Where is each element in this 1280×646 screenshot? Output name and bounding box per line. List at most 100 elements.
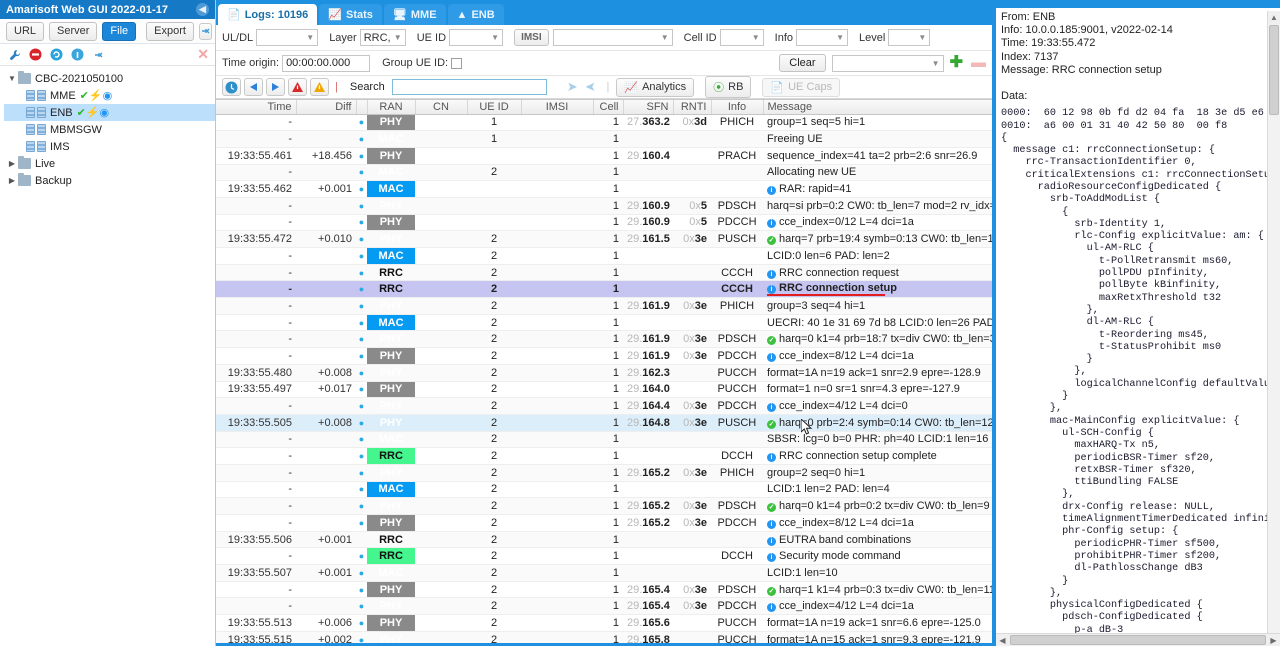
analytics-button[interactable]: 📈 Analytics: [616, 77, 695, 97]
cellid-select[interactable]: ▼: [719, 29, 764, 46]
table-row[interactable]: - ● PHY 1 1 27.363.2 0x3d PHICH group=1 seq=5 hi…: [216, 114, 992, 132]
imsi-button[interactable]: IMSI: [514, 29, 549, 46]
preset-select[interactable]: ▼: [831, 54, 944, 72]
table-row[interactable]: - ● PHY 1 29.160.9 0x5 PDSCH harq=si prb=0:2 CW…: [216, 197, 992, 215]
scroll-up-icon[interactable]: ▲: [1268, 11, 1280, 24]
table-row[interactable]: 19:33:55.497 +0.017 ● PHY 2 1 29.164.0 PUCCH for…: [216, 381, 992, 399]
warning-icon[interactable]: [310, 78, 329, 96]
status-play-icon[interactable]: ◉: [100, 106, 110, 119]
col-diff[interactable]: Diff: [296, 100, 357, 115]
scroll-right-icon[interactable]: ▶: [1267, 636, 1280, 645]
table-row[interactable]: - ● MAC 2 1 UECRI: 40 1e 31 69 7d b8 LCID:0 l…: [216, 314, 992, 332]
chevron-left-icon[interactable]: ◀: [196, 3, 209, 16]
file-button[interactable]: File: [102, 21, 137, 41]
table-row[interactable]: - ● PHY 2 1 29.165.2 0x3e PDSCH ✓ harq=0 k1=4 prb…: [216, 497, 992, 515]
table-row[interactable]: - ● MAC 2 1 LCID:0 len=6 PAD: len=2: [216, 247, 992, 265]
table-row[interactable]: - ● PHY 2 1 29.165.4 0x3e PDSCH ✓ harq=1 k1=4 prb…: [216, 581, 992, 599]
info-select[interactable]: ▼: [796, 29, 848, 46]
tree-node-live[interactable]: ▶ Live: [4, 155, 215, 172]
table-row[interactable]: 19:33:55.515 +0.002 ● PHY 2 1 29.165.8 PUCCH for…: [216, 631, 992, 643]
tab-enb[interactable]: ▲ ENB: [447, 4, 504, 25]
table-row[interactable]: 19:33:55.472 +0.010 ● PHY 2 1 29.161.5 0x3e PUSC…: [216, 230, 992, 248]
search-input[interactable]: [391, 79, 547, 95]
table-row[interactable]: - ● MAC 2 1 Allocating new UE: [216, 164, 992, 182]
clock-icon[interactable]: [222, 78, 241, 96]
info-icon[interactable]: [69, 46, 86, 63]
chevron-left-icon[interactable]: ➤: [567, 79, 578, 95]
tree-node-enb[interactable]: ENB ✔ ⚡ ◉: [4, 104, 215, 121]
table-row[interactable]: - ● PHY 2 1 29.165.4 0x3e PDCCH i cce_index=4/12 …: [216, 597, 992, 616]
tree-node-ims[interactable]: IMS: [4, 138, 215, 155]
table-row[interactable]: - ● MAC 2 1 SBSR: lcg=0 b=0 PHR: ph=40 LCID:1…: [216, 431, 992, 449]
col-time[interactable]: Time: [216, 100, 297, 115]
group-ue-checkbox[interactable]: [451, 57, 463, 69]
table-row[interactable]: - ● PHY 2 1 29.165.2 0x3e PHICH group=2 seq=0 hi…: [216, 464, 992, 482]
scrollbar-thumb[interactable]: [1010, 635, 1266, 645]
rb-button[interactable]: ⦿ RB: [705, 76, 752, 98]
refresh-icon[interactable]: [48, 46, 65, 63]
col-sfn[interactable]: SFN: [623, 100, 674, 115]
expand-arrow-icon[interactable]: ▶: [6, 176, 18, 185]
table-row[interactable]: - ● PHY 2 1 29.165.2 0x3e PDCCH i cce_index=8/12 …: [216, 514, 992, 532]
table-row[interactable]: - ● RRC 2 1 DCCH i RRC connection setup complet…: [216, 447, 992, 465]
table-row[interactable]: - ● RRC 2 1 CCCH i RRC connection request: [216, 264, 992, 282]
tab-logs[interactable]: 📄 Logs: 10196: [218, 4, 318, 25]
col-ran[interactable]: RAN: [367, 100, 416, 115]
col-ueid[interactable]: UE ID: [467, 100, 522, 115]
expand-arrow-icon[interactable]: ▼: [6, 74, 18, 83]
chevron-right-icon[interactable]: ➤: [585, 79, 596, 95]
detail-vertical-scrollbar[interactable]: ▲: [1267, 11, 1280, 633]
url-button[interactable]: URL: [6, 21, 45, 41]
table-row[interactable]: - ● PHY 1 29.160.9 0x5 PDCCH i cce_index=0/12 L=…: [216, 214, 992, 232]
table-row[interactable]: - ● RRC 2 1 DCCH i Security mode command: [216, 547, 992, 566]
imsi-select[interactable]: ▼: [552, 29, 673, 46]
arrow-left-icon[interactable]: [244, 78, 263, 96]
tree-node-mme[interactable]: MME ✔ ⚡ ◉: [4, 87, 215, 104]
table-row[interactable]: - ● MAC 1 1 Freeing UE: [216, 130, 992, 148]
arrow-right-icon[interactable]: [266, 78, 285, 96]
col-cn[interactable]: CN: [415, 100, 468, 115]
table-row[interactable]: 19:33:55.461 +18.456 ● PHY 1 29.160.4 PRACH seq…: [216, 147, 992, 165]
export-button[interactable]: Export: [146, 21, 194, 41]
table-row[interactable]: 19:33:55.513 +0.006 ● PHY 2 1 29.165.6 PUCCH for…: [216, 614, 992, 632]
ueid-select[interactable]: ▼: [449, 29, 504, 46]
table-row[interactable]: - ● MAC 2 1 LCID:1 len=2 PAD: len=4: [216, 481, 992, 499]
col-message[interactable]: Message: [763, 100, 992, 115]
wrench-icon[interactable]: [6, 46, 23, 63]
stop-icon[interactable]: [27, 46, 44, 63]
close-icon[interactable]: ✕: [197, 46, 209, 63]
table-row[interactable]: 19:33:55.507 +0.001 ● MAC 2 1 LCID:1 len=10: [216, 564, 992, 582]
table-row[interactable]: - ● PHY 2 1 29.161.9 0x3e PDSCH ✓ harq=0 k1=4 prb…: [216, 330, 992, 349]
table-row[interactable]: 19:33:55.462 +0.001 ● MAC 1 i RAR: rapid=41: [216, 180, 992, 198]
table-row[interactable]: 19:33:55.505 +0.008 ● PHY 2 1 29.164.8 0x3e PUSC…: [216, 414, 992, 432]
plus-icon[interactable]: ✚: [950, 55, 963, 71]
table-row[interactable]: 19:33:55.480 +0.008 ● PHY 2 1 29.162.3 PUCCH for…: [216, 364, 992, 382]
col-rnti[interactable]: RNTI: [673, 100, 712, 115]
level-select[interactable]: ▼: [888, 29, 931, 46]
plug-icon[interactable]: [198, 22, 212, 40]
col-info[interactable]: Info: [711, 100, 764, 115]
tree-node-cbc[interactable]: ▼ CBC-2021050100: [4, 70, 215, 87]
scrollbar-thumb[interactable]: [1269, 25, 1279, 115]
scroll-left-icon[interactable]: ◀: [996, 636, 1009, 645]
col-cell[interactable]: Cell: [593, 100, 624, 115]
tree-node-mbmsgw[interactable]: MBMSGW: [4, 121, 215, 138]
detail-horizontal-scrollbar[interactable]: ◀ ▶: [996, 633, 1280, 646]
table-row[interactable]: - ● PHY 2 1 29.164.4 0x3e PDCCH i cce_index=4/12 …: [216, 397, 992, 415]
tab-stats[interactable]: 📈 Stats: [319, 4, 382, 25]
error-icon[interactable]: [288, 78, 307, 96]
table-row[interactable]: - ● RRC 2 1 CCCH i RRC connection setup: [216, 280, 992, 299]
table-row[interactable]: 19:33:55.506 +0.001 RRC 2 1 i EUTRA band combi…: [216, 531, 992, 549]
status-play-icon[interactable]: ◉: [103, 89, 113, 102]
tree-node-backup[interactable]: ▶ Backup: [4, 172, 215, 189]
clear-button[interactable]: Clear: [779, 54, 826, 72]
col-imsi[interactable]: IMSI: [521, 100, 594, 115]
connect-plug-icon[interactable]: [90, 46, 107, 63]
table-row[interactable]: - ● PHY 2 1 29.161.9 0x3e PDCCH i cce_index=8/12 …: [216, 347, 992, 365]
server-button[interactable]: Server: [49, 21, 98, 41]
uldl-select[interactable]: ▼: [256, 29, 319, 46]
table-row[interactable]: - ● PHY 2 1 29.161.9 0x3e PHICH group=3 seq=4 hi…: [216, 297, 992, 315]
tab-mme[interactable]: 🖥 MME: [383, 4, 446, 25]
layer-select[interactable]: RRC, ▼: [359, 29, 406, 46]
expand-arrow-icon[interactable]: ▶: [6, 159, 18, 168]
